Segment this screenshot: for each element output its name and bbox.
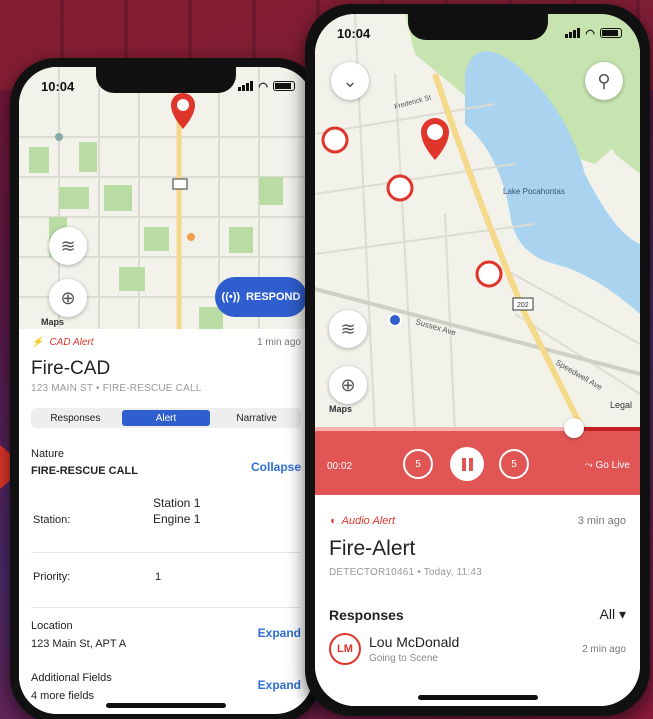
status-time: 10:04 — [41, 78, 75, 94]
maps-attribution: Maps — [329, 404, 353, 414]
lightning-icon: ⚡ — [31, 337, 44, 348]
crosshair-icon: ⊕ — [60, 287, 76, 308]
nature-row: Nature FIRE-RESCUE CALL Collapse — [31, 448, 301, 488]
go-live-label: Go Live — [595, 460, 630, 471]
collapse-map-button[interactable]: ⌄ — [331, 62, 369, 100]
layers-button[interactable]: ≋ — [329, 310, 367, 348]
audio-icon: ◖ — [329, 515, 336, 527]
legal-link[interactable]: Legal — [610, 400, 632, 410]
alert-card: ⚡ CAD Alert 1 min ago Fire-CAD 123 MAIN S… — [19, 329, 313, 714]
station-value: Station 1 Engine 1 — [153, 496, 200, 526]
responses-header: Responses All ▾ — [329, 606, 626, 623]
maps-attribution: Maps — [41, 317, 65, 327]
station-label: Station: — [33, 514, 71, 526]
skip-forward-icon: 5 — [511, 458, 517, 470]
filter-label: All — [599, 606, 616, 622]
caret-down-icon: ▾ — [615, 606, 626, 622]
station-row: Station: Station 1 Engine 1 — [31, 496, 301, 552]
alert-ago: 3 min ago — [577, 515, 626, 527]
alert-type-row: ⚡ CAD Alert 1 min ago — [31, 337, 301, 348]
responder-ago: 2 min ago — [582, 643, 626, 655]
nature-label: Nature — [31, 448, 65, 460]
respond-button[interactable]: ((•)) RESPOND — [215, 277, 307, 317]
route-badge: 202 — [517, 302, 529, 309]
skip-back-icon: 5 — [415, 458, 421, 470]
responder-name: Lou McDonald — [369, 634, 460, 650]
locate-button[interactable]: ⊕ — [329, 366, 367, 404]
expand-additional-link[interactable]: Expand — [258, 678, 301, 692]
skip-back-button[interactable]: 5 — [403, 449, 433, 479]
wifi-icon: ◠ — [258, 80, 268, 93]
tab-alert[interactable]: Alert — [121, 410, 211, 426]
priority-value: 1 — [155, 571, 162, 583]
layers-button[interactable]: ≋ — [49, 227, 87, 265]
avatar: LM — [329, 633, 361, 665]
layers-icon: ≋ — [60, 235, 76, 256]
go-live-button[interactable]: ⤳ Go Live — [585, 460, 630, 471]
collapse-link[interactable]: Collapse — [251, 460, 301, 474]
tab-responses[interactable]: Responses — [31, 408, 120, 428]
phone-cad: 10:04 ◠ ≋ ⊕ Maps ((•)) RESPOND ⚡ CAD Ale… — [10, 58, 322, 719]
alert-subtitle: DETECTOR10461 • Today, 11:43 — [329, 567, 482, 578]
alert-type-row: ◖ Audio Alert 3 min ago — [329, 515, 626, 527]
signal-icon — [565, 28, 581, 38]
battery-icon — [273, 81, 295, 91]
search-icon: ⚲ — [597, 70, 611, 91]
home-indicator[interactable] — [417, 695, 538, 700]
alert-type: CAD Alert — [49, 337, 94, 348]
signal-icon — [238, 81, 254, 91]
crosshair-icon: ⊕ — [340, 374, 356, 395]
progress-knob[interactable] — [564, 418, 584, 438]
audio-player: 00:02 5 5 ⤳ Go Live — [315, 418, 640, 495]
wifi-icon: ◠ — [585, 27, 595, 40]
alert-type: Audio Alert — [341, 515, 396, 527]
status-bar: 10:04 ◠ — [41, 77, 295, 95]
filter-dropdown[interactable]: All ▾ — [600, 606, 626, 623]
tab-narrative[interactable]: Narrative — [212, 408, 301, 428]
tab-bar: Responses Alert Narrative — [31, 408, 301, 428]
lake-label: Lake Pocahontas — [503, 187, 565, 196]
responder-status: Going to Scene — [369, 653, 438, 664]
location-row: Location 123 Main St, APT A Expand — [31, 608, 301, 662]
home-indicator[interactable] — [106, 703, 226, 708]
chevron-down-icon: ⌄ — [342, 70, 358, 91]
alert-card: ◖ Audio Alert 3 min ago Fire-Alert DETECT… — [315, 495, 640, 706]
priority-row: Priority: 1 — [31, 553, 301, 607]
player-time: 00:02 — [327, 461, 353, 472]
phone-cad-screen: 10:04 ◠ ≋ ⊕ Maps ((•)) RESPOND ⚡ CAD Ale… — [19, 67, 313, 714]
expand-location-link[interactable]: Expand — [258, 626, 301, 640]
map-view[interactable]: ≋ ⊕ Maps ((•)) RESPOND — [19, 67, 313, 367]
alert-subtitle: 123 MAIN ST • FIRE-RESCUE CALL — [31, 383, 202, 394]
phone-audio: 10:04 ◠ Sussex Ave Speedwell Ave Frederi… — [305, 4, 650, 716]
alert-title: Fire-CAD — [31, 358, 111, 379]
status-time: 10:04 — [337, 25, 371, 41]
broadcast-icon: ((•)) — [221, 291, 241, 303]
phone-audio-screen: 10:04 ◠ Sussex Ave Speedwell Ave Frederi… — [315, 14, 640, 706]
status-bar: 10:04 ◠ — [337, 24, 622, 42]
pause-icon — [461, 457, 466, 471]
go-live-icon: ⤳ — [584, 460, 596, 471]
pause-button[interactable] — [450, 447, 484, 481]
search-button[interactable]: ⚲ — [585, 62, 623, 100]
alert-ago: 1 min ago — [257, 337, 301, 348]
responses-heading: Responses — [329, 606, 404, 623]
alert-title: Fire-Alert — [329, 537, 416, 560]
locate-button[interactable]: ⊕ — [49, 279, 87, 317]
progress-track[interactable] — [315, 427, 640, 431]
battery-icon — [600, 28, 622, 38]
map-view[interactable]: Sussex Ave Speedwell Ave Frederick St La… — [315, 14, 640, 434]
skip-forward-button[interactable]: 5 — [499, 449, 529, 479]
priority-label: Priority: — [33, 571, 71, 583]
respond-label: RESPOND — [246, 291, 301, 303]
responder-row[interactable]: LM Lou McDonald Going to Scene 2 min ago — [329, 633, 626, 665]
layers-icon: ≋ — [340, 318, 356, 339]
station-value-2: Engine 1 — [153, 512, 201, 526]
station-value-1: Station 1 — [153, 496, 201, 510]
